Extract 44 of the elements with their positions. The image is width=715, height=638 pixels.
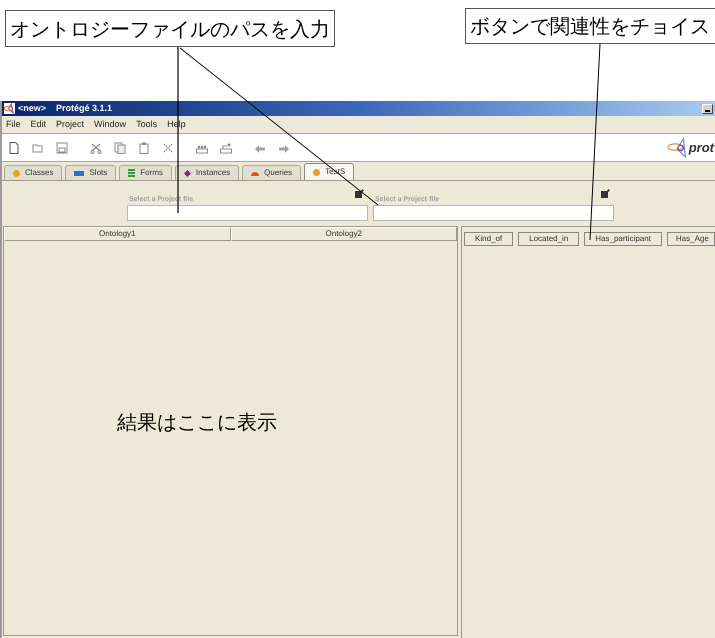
column-header[interactable]: Ontology1: [4, 227, 230, 241]
callout: ボタンで関連性をチョイス: [465, 8, 715, 44]
copy-icon[interactable]: [114, 142, 126, 154]
tab[interactable]: Instances: [174, 165, 240, 180]
new-file-icon[interactable]: [8, 142, 20, 154]
circle-icon: [13, 170, 20, 176]
bars-icon: [128, 169, 136, 177]
app-icon: [4, 103, 15, 114]
tab[interactable]: Queries: [242, 165, 302, 180]
tab[interactable]: Slots: [65, 165, 116, 180]
tab[interactable]: Forms: [119, 165, 172, 180]
callout: オントロジーファイルのパスを入力: [5, 10, 335, 47]
window-title: Protégé 3.1.1: [56, 104, 112, 113]
file-path-field[interactable]: [127, 205, 368, 221]
logo-text: prot: [688, 141, 715, 154]
dome-icon: [251, 170, 260, 176]
relation-button[interactable]: Located_in: [518, 232, 580, 246]
floppy-icon[interactable]: [56, 142, 68, 154]
folder-icon[interactable]: [32, 142, 44, 154]
menu-item[interactable]: Tools: [136, 120, 158, 129]
relation-button[interactable]: Has_participant: [584, 232, 662, 246]
window-project: <new>: [18, 104, 46, 113]
minimize-icon: [705, 110, 710, 112]
relation-button[interactable]: Has_Age: [666, 232, 715, 246]
diamond-icon: [184, 170, 191, 176]
menu-item[interactable]: Window: [94, 120, 126, 129]
tray-icon[interactable]: [220, 142, 232, 154]
logo-icon: [666, 136, 689, 158]
file-path-field[interactable]: [373, 205, 614, 221]
tab[interactable]: Classes: [4, 165, 62, 180]
scissors-icon[interactable]: [90, 142, 102, 154]
results-note: 結果はここに表示: [117, 410, 277, 434]
menu-item[interactable]: Project: [56, 120, 84, 129]
column-header[interactable]: Ontology2: [230, 227, 457, 241]
rectangle-icon: [74, 170, 84, 176]
minimize-button[interactable]: [702, 104, 713, 114]
menu-item[interactable]: Edit: [30, 120, 46, 129]
circle-icon: [313, 168, 320, 176]
square-plus-icon[interactable]: [355, 189, 364, 198]
clipboard-icon[interactable]: [138, 142, 150, 154]
dotted-x-icon[interactable]: [162, 142, 174, 154]
relation-button[interactable]: Kind_of: [464, 232, 514, 246]
menu-item[interactable]: File: [6, 120, 21, 129]
square-plus-icon[interactable]: [601, 189, 610, 198]
